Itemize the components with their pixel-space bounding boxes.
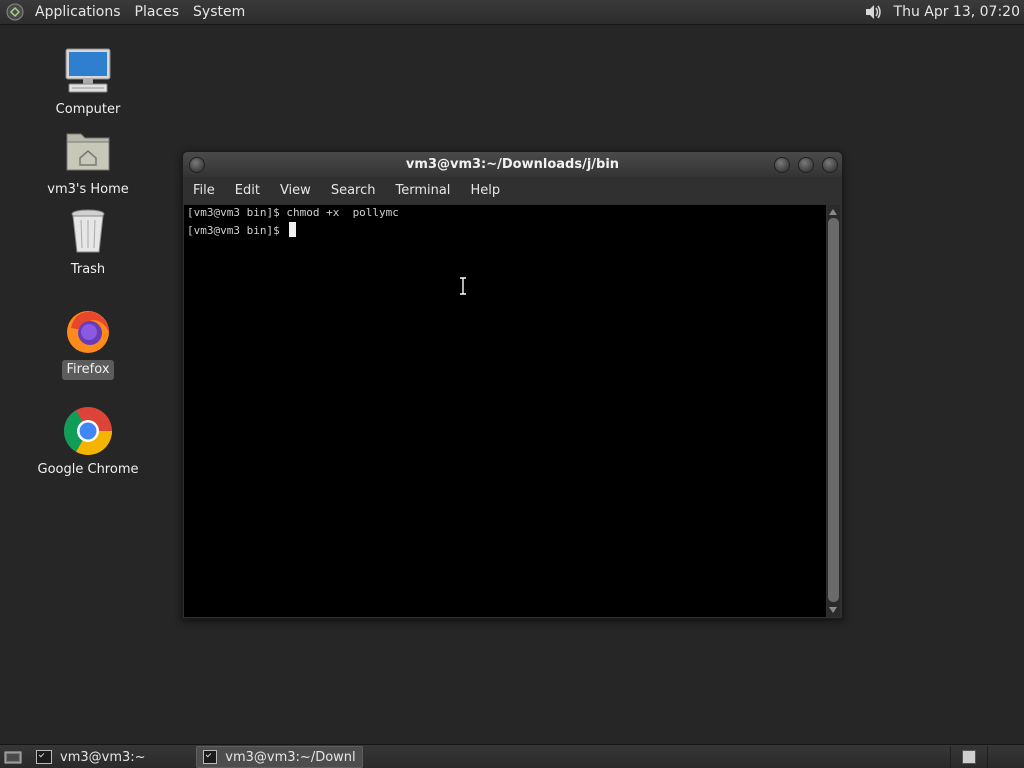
text-cursor [289,222,297,237]
desktop-icon-chrome[interactable]: Google Chrome [28,404,148,480]
menu-file[interactable]: File [183,177,225,204]
taskbar-item-label: vm3@vm3:~ [60,749,146,765]
taskbar-item[interactable]: vm3@vm3:~ [30,746,152,768]
terminal-icon [202,750,218,764]
workspace-indicator-icon [962,750,976,764]
scroll-up-arrow-icon[interactable] [829,209,837,215]
terminal-prompt: [vm3@vm3 bin]$ [187,224,287,237]
terminal-scrollbar[interactable] [827,205,840,617]
workspace-2[interactable] [987,746,1024,768]
maximize-button[interactable] [798,157,814,173]
computer-icon [62,44,114,96]
desktop-icon-label: Trash [70,262,106,277]
desktop-icon-firefox[interactable]: Firefox [28,304,148,380]
places-menu[interactable]: Places [128,0,187,24]
taskbar-item-label: vm3@vm3:~/Downl... [225,749,356,765]
mouse-ibeam-cursor-icon [458,277,468,295]
distro-logo-icon[interactable] [4,1,26,23]
chrome-icon [62,404,114,456]
workspace-switcher [950,746,1024,768]
desktop-icon-trash[interactable]: Trash [28,204,148,280]
menu-search[interactable]: Search [321,177,386,204]
top-panel: Applications Places System Thu Apr 13, 0… [0,0,1024,25]
scroll-down-arrow-icon[interactable] [829,607,837,613]
desktop-icon-label: Google Chrome [37,462,139,477]
terminal-window[interactable]: vm3@vm3:~/Downloads/j/bin File Edit View… [182,151,843,619]
menu-edit[interactable]: Edit [225,177,270,204]
home-folder-icon [62,124,114,176]
terminal-menubar: File Edit View Search Terminal Help [183,177,842,204]
menu-terminal[interactable]: Terminal [385,177,460,204]
scrollbar-thumb[interactable] [828,218,839,602]
terminal-icon [36,750,52,764]
firefox-icon [62,304,114,356]
show-desktop-icon[interactable] [2,746,24,768]
desktop-icon-label: Firefox [62,360,114,380]
workspace-1[interactable] [950,746,987,768]
desktop-icon-home[interactable]: vm3's Home [28,124,148,200]
minimize-button[interactable] [774,157,790,173]
applications-menu[interactable]: Applications [28,0,128,24]
taskbar-item-active[interactable]: vm3@vm3:~/Downl... [195,746,363,768]
terminal-output[interactable]: [vm3@vm3 bin]$ chmod +x pollymc [vm3@vm3… [184,205,826,617]
bottom-panel: vm3@vm3:~ vm3@vm3:~/Downl... [0,744,1024,768]
terminal-prompt-line: [vm3@vm3 bin]$ [187,222,297,238]
terminal-line: [vm3@vm3 bin]$ chmod +x pollymc [187,206,399,219]
close-button[interactable] [822,157,838,173]
trash-icon [62,204,114,256]
clock[interactable]: Thu Apr 13, 07:20 [894,4,1024,20]
desktop-icon-label: Computer [55,102,121,117]
menu-view[interactable]: View [270,177,321,204]
desktop-icon-label: vm3's Home [47,182,129,197]
desktop-icon-computer[interactable]: Computer [28,44,148,120]
window-title: vm3@vm3:~/Downloads/j/bin [405,157,620,172]
menu-help[interactable]: Help [460,177,510,204]
volume-icon[interactable] [862,1,884,23]
window-titlebar[interactable]: vm3@vm3:~/Downloads/j/bin [183,152,842,177]
system-menu[interactable]: System [186,0,252,24]
